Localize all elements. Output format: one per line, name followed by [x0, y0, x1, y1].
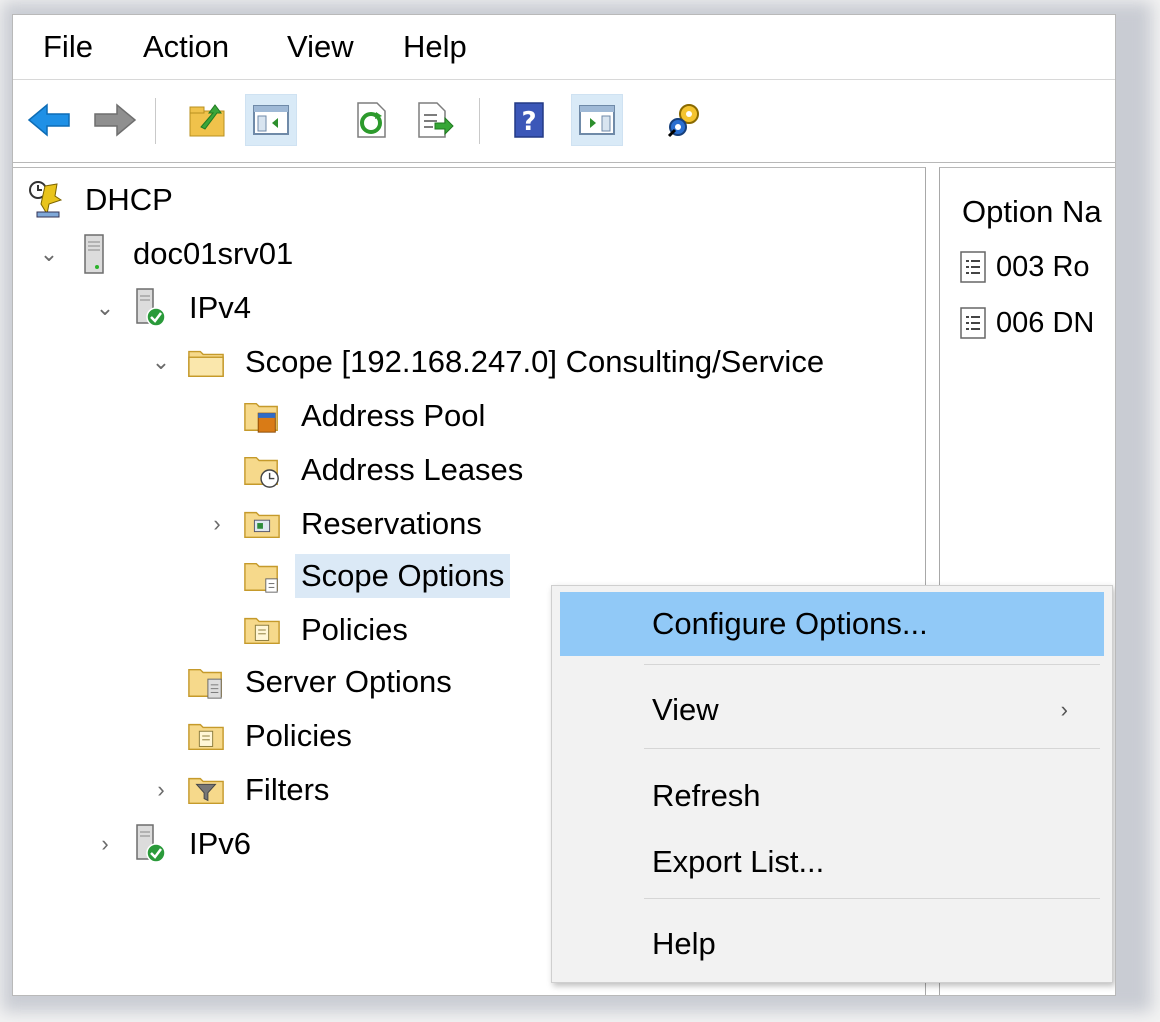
option-row-label: 003 Ro: [996, 250, 1090, 283]
back-arrow-icon: [27, 103, 70, 137]
export-list-icon: [418, 102, 454, 138]
filter-icon: [187, 771, 225, 809]
show-hide-console-tree-button[interactable]: [245, 94, 297, 146]
dhcp-properties-icon: [667, 104, 699, 138]
dhcp-console-window: File Action View Help ? DHCP ⌄ doc01srv0…: [12, 14, 1116, 996]
expand-chevron-icon[interactable]: ›: [205, 511, 229, 537]
tree-label-filters: Filters: [245, 772, 330, 807]
up-one-level-button[interactable]: [181, 94, 233, 146]
menu-separator: [644, 898, 1100, 899]
help-button[interactable]: ?: [503, 94, 555, 146]
server-options-icon: [187, 663, 225, 701]
toolbar-separator: [479, 98, 480, 144]
menu-item-configure-options[interactable]: Configure Options...: [560, 592, 1104, 656]
collapse-chevron-icon[interactable]: ⌄: [149, 349, 173, 375]
tree-node-server-options[interactable]: Server Options: [187, 660, 458, 704]
menu-action[interactable]: Action: [139, 29, 233, 65]
tree-label-scope: Scope [192.168.247.0] Consulting/Service: [245, 344, 825, 379]
ipv6-icon: [131, 824, 169, 863]
scope-options-icon: [243, 557, 281, 595]
tree-node-reservations[interactable]: › Reservations: [205, 502, 488, 546]
tree-node-policies[interactable]: Policies: [187, 714, 358, 758]
menu-item-view[interactable]: View ›: [560, 678, 1104, 742]
svg-text:?: ?: [521, 107, 536, 137]
menu-item-label: Help: [652, 926, 716, 961]
option-row[interactable]: 006 DN: [958, 306, 1094, 340]
tree-node-address-pool[interactable]: Address Pool: [243, 394, 491, 438]
option-list-icon: [960, 251, 986, 283]
forward-arrow-icon: [94, 103, 137, 137]
forward-button[interactable]: [89, 94, 141, 146]
export-list-button[interactable]: [409, 94, 461, 146]
menu-separator: [644, 748, 1100, 749]
policies-icon: [187, 717, 225, 755]
tree-label-address-pool: Address Pool: [301, 398, 486, 433]
tree-label-ipv6: IPv6: [189, 826, 252, 861]
menu-help[interactable]: Help: [399, 29, 471, 65]
tree-node-scope[interactable]: ⌄ Scope [192.168.247.0] Consulting/Servi…: [149, 340, 830, 384]
folder-icon: [187, 343, 225, 381]
address-pool-icon: [243, 397, 281, 435]
tree-node-server[interactable]: ⌄ doc01srv01: [37, 232, 299, 276]
address-leases-icon: [243, 451, 281, 489]
menu-item-label: View: [652, 692, 719, 727]
context-menu: Configure Options... View › Refresh Expo…: [551, 585, 1113, 983]
tree-node-ipv6[interactable]: › IPv6: [93, 822, 257, 866]
menu-separator: [644, 664, 1100, 665]
up-folder-icon: [189, 104, 225, 137]
refresh-icon: [357, 102, 386, 138]
dhcp-properties-button[interactable]: [659, 94, 711, 146]
tree-label-reservations: Reservations: [301, 506, 482, 541]
policies-icon: [243, 611, 281, 649]
show-hide-action-pane-icon: [579, 105, 615, 135]
ipv4-icon: [131, 288, 169, 327]
show-hide-action-pane-button[interactable]: [571, 94, 623, 146]
option-list-icon: [960, 307, 986, 339]
tree-node-address-leases[interactable]: Address Leases: [243, 448, 529, 492]
reservations-icon: [243, 505, 281, 543]
submenu-arrow-icon: ›: [1060, 697, 1068, 722]
refresh-button[interactable]: [345, 94, 397, 146]
tree-label-policies: Policies: [245, 718, 352, 753]
tree-node-dhcp[interactable]: DHCP: [27, 178, 179, 222]
menu-item-refresh[interactable]: Refresh: [560, 764, 1104, 828]
menu-item-export-list[interactable]: Export List...: [560, 830, 1104, 894]
tree-label-address-leases: Address Leases: [301, 452, 524, 487]
tree-label-ipv4: IPv4: [189, 290, 252, 325]
option-row[interactable]: 003 Ro: [958, 250, 1090, 284]
tree-label-scope-options: Scope Options: [295, 554, 511, 598]
tree-label-dhcp: DHCP: [85, 182, 173, 217]
tree-node-filters[interactable]: › Filters: [149, 768, 335, 812]
menu-file[interactable]: File: [39, 29, 97, 65]
show-hide-console-tree-icon: [253, 105, 289, 135]
tree-node-ipv4[interactable]: ⌄ IPv4: [93, 286, 257, 330]
help-icon: ?: [514, 102, 544, 138]
server-icon: [75, 234, 113, 274]
menu-item-help[interactable]: Help: [560, 912, 1104, 976]
menu-bar: File Action View Help: [13, 15, 1115, 80]
menu-item-label: Export List...: [652, 844, 825, 879]
toolbar-separator: [155, 98, 156, 144]
tree-label-scope-policies: Policies: [301, 612, 408, 647]
collapse-chevron-icon[interactable]: ⌄: [93, 295, 117, 321]
dhcp-icon: [27, 181, 65, 219]
expand-chevron-icon[interactable]: ›: [93, 831, 117, 857]
expand-chevron-icon[interactable]: ›: [149, 777, 173, 803]
tree-node-scope-policies[interactable]: Policies: [243, 608, 414, 652]
tree-node-scope-options[interactable]: Scope Options: [243, 554, 511, 598]
toolbar: ?: [13, 80, 1115, 163]
back-button[interactable]: [23, 94, 75, 146]
option-row-label: 006 DN: [996, 306, 1095, 339]
tree-label-server-options: Server Options: [245, 664, 452, 699]
column-header-option-name[interactable]: Option Na: [962, 194, 1102, 230]
collapse-chevron-icon[interactable]: ⌄: [37, 241, 61, 267]
menu-item-label: Refresh: [652, 778, 761, 813]
tree-label-server: doc01srv01: [133, 236, 294, 271]
menu-item-label: Configure Options...: [652, 606, 928, 641]
menu-view[interactable]: View: [283, 29, 358, 65]
